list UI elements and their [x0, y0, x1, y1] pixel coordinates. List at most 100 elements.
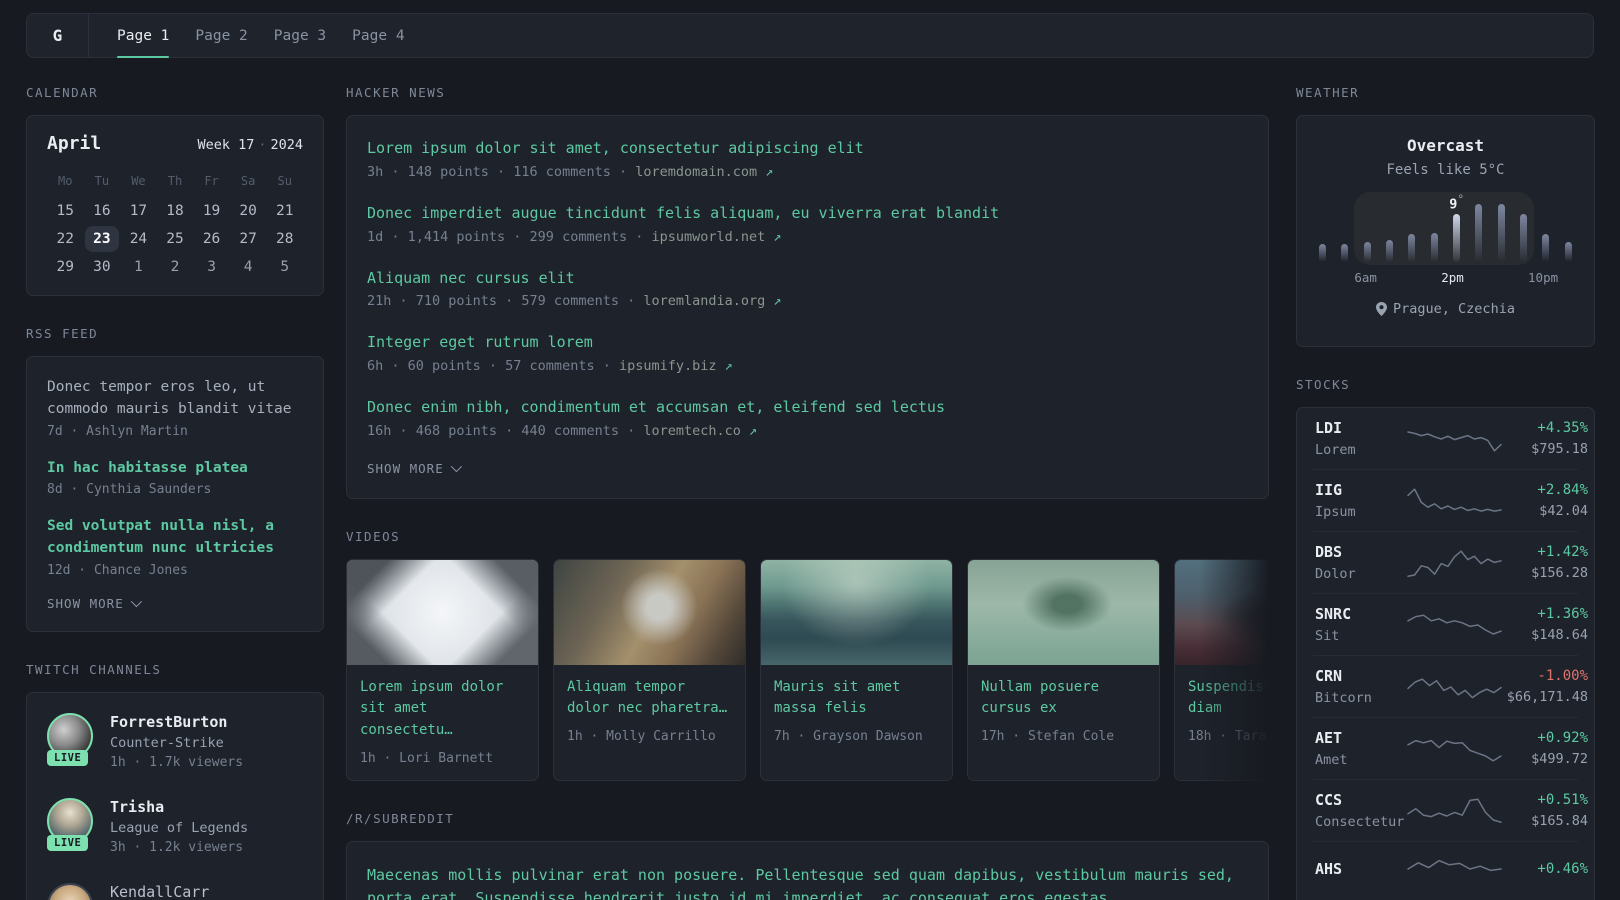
videos-widget: VIDEOS Lorem ipsum dolor sit amet consec…	[346, 529, 1269, 781]
stock-symbol: AHS	[1315, 860, 1343, 878]
stock-sparkline	[1407, 733, 1502, 765]
list-item: Aliquam nec cursus elit 21h · 710 points …	[367, 268, 1248, 310]
rss-item-meta: 12d · Chance Jones	[47, 562, 188, 578]
tab-page-1[interactable]: Page 1	[117, 14, 170, 58]
video-thumbnail[interactable]	[347, 559, 538, 665]
hn-item-title[interactable]: Donec enim nibh, condimentum et accumsan…	[367, 397, 1248, 419]
rss-item-title[interactable]: In hac habitasse platea	[47, 458, 303, 480]
twitch-channel-row[interactable]: LIVE Trisha League of Legends 3h · 1.2k vie…	[47, 784, 303, 869]
hn-item-title[interactable]: Lorem ipsum dolor sit amet, consectetur …	[367, 138, 1248, 160]
weather-time-label	[1377, 270, 1398, 285]
calendar-day: 24	[129, 231, 148, 247]
stock-row[interactable]: SNRC Sit +1.36% $148.64	[1313, 593, 1588, 655]
video-meta: 18h · Tara	[1188, 729, 1267, 745]
stock-values: +0.92% $499.72	[1502, 730, 1588, 767]
sparkline-chart	[1407, 487, 1502, 512]
video-title[interactable]: Lorem ipsum dolor sit amet consectetu…	[360, 677, 525, 742]
hackernews-header: HACKER NEWS	[346, 85, 446, 100]
hn-item-title[interactable]: Donec imperdiet augue tincidunt felis al…	[367, 203, 1248, 225]
hn-item-domain-link[interactable]: ipsumify.biz	[619, 358, 725, 374]
subreddit-post-title[interactable]: Maecenas mollis pulvinar erat non posuer…	[367, 864, 1248, 900]
external-link-icon: ↗	[724, 358, 733, 374]
video-title[interactable]: Aliquam tempor dolor nec pharetra…	[567, 677, 732, 720]
list-item: Donec enim nibh, condimentum et accumsan…	[367, 397, 1248, 439]
stock-row[interactable]: IIG Ipsum +2.84% $42.04	[1313, 469, 1588, 531]
stock-change: +0.46%	[1537, 861, 1588, 877]
stock-price: $795.18	[1531, 441, 1588, 457]
hn-item-domain-link[interactable]: loremtech.co	[643, 423, 749, 439]
video-title[interactable]: Mauris sit amet massa felis	[774, 677, 939, 720]
tab-page-2[interactable]: Page 2	[195, 14, 247, 57]
calendar-day: 21	[275, 203, 294, 219]
channel-game: League of Legends	[110, 819, 249, 836]
video-thumbnail[interactable]	[968, 559, 1159, 665]
video-meta: 17h · Stefan Cole	[981, 729, 1115, 745]
list-item: In hac habitasse platea 8d · Cynthia Saun…	[47, 458, 303, 498]
twitch-header: TWITCH CHANNELS	[26, 661, 162, 677]
calendar-day: 5	[280, 259, 290, 275]
hn-item-title[interactable]: Aliquam nec cursus elit	[367, 268, 1248, 290]
twitch-channel-row[interactable]: LIVE ForrestBurton Counter-Strike 1h · 1.7k…	[47, 699, 303, 784]
hn-item-domain-link[interactable]: loremdomain.com	[635, 164, 765, 180]
hn-item-stats: 3h · 148 points · 116 comments ·	[367, 163, 636, 180]
subreddit-card: Maecenas mollis pulvinar erat non posuer…	[346, 840, 1269, 900]
video-thumbnail[interactable]	[554, 559, 745, 665]
weather-time-label: 2pm	[1441, 270, 1464, 285]
stock-row[interactable]: CCS Consectetur +0.51% $165.84	[1313, 779, 1588, 841]
calendar-grid: Mo Tu We Th Fr Sa Su 15 16 17 18 19 20 21 22 23 24 25 26 27…	[47, 170, 303, 280]
weather-time-label	[1333, 270, 1354, 285]
weather-bar-slot	[1378, 200, 1400, 262]
stock-row[interactable]: AHS +0.46%	[1313, 841, 1588, 896]
stock-row[interactable]: CRN Bitcorn -1.00% $66,171.48	[1313, 655, 1588, 717]
stock-values: +0.51% $165.84	[1502, 792, 1588, 829]
stock-price: $42.04	[1539, 503, 1588, 519]
calendar-day: 29	[56, 259, 75, 275]
rss-item-title[interactable]: Sed volutpat nulla nisl, a condimentum n…	[47, 516, 303, 560]
weekday-label: Sa	[240, 174, 256, 188]
calendar-day: 20	[239, 203, 257, 219]
hackernews-show-more-button[interactable]: SHOW MORE	[367, 461, 1248, 476]
calendar-day: 18	[166, 203, 184, 219]
video-thumbnail[interactable]	[761, 559, 952, 665]
stock-values: -1.00% $66,171.48	[1502, 668, 1588, 705]
weather-condition: Overcast	[1406, 136, 1485, 155]
weather-time-label	[1464, 270, 1485, 285]
stock-values: +1.42% $156.28	[1502, 544, 1588, 581]
stock-change: +1.42%	[1537, 544, 1588, 560]
video-title[interactable]: Nullam posuere cursus ex	[981, 677, 1146, 720]
weather-time-label	[1312, 270, 1333, 285]
video-thumbnail[interactable]	[1175, 559, 1269, 665]
rss-item-title[interactable]: Donec tempor eros leo, ut commodo mauris…	[47, 377, 303, 421]
hn-item-stats: 6h · 60 points · 57 comments ·	[367, 358, 619, 374]
stock-sparkline	[1407, 795, 1502, 827]
tab-page-3[interactable]: Page 3	[274, 14, 326, 57]
location-pin-icon	[1376, 302, 1388, 316]
app-logo[interactable]: G	[27, 14, 89, 57]
subreddit-widget: /R/SUBREDDIT Maecenas mollis pulvinar er…	[346, 811, 1269, 900]
hn-item-title[interactable]: Integer eget rutrum lorem	[367, 332, 1248, 354]
stock-name: Sit	[1315, 628, 1340, 644]
weather-bar-slot	[1535, 200, 1557, 262]
weather-bar	[1497, 203, 1505, 262]
rss-show-more-button[interactable]: SHOW MORE	[47, 596, 303, 611]
weather-bars: 9°	[1312, 193, 1580, 262]
hn-item-meta: 16h · 468 points · 440 comments · loremt…	[367, 423, 1248, 439]
stock-row[interactable]: DBS Dolor +1.42% $156.28	[1313, 531, 1588, 593]
stock-identity: CCS Consectetur	[1315, 791, 1407, 830]
calendar-day: 19	[202, 203, 221, 219]
stock-identity: LDI Lorem	[1315, 419, 1407, 458]
calendar-week-year: Week 17 · 2024	[197, 137, 303, 153]
twitch-channel-row[interactable]: KendallCarr	[47, 869, 303, 900]
tab-page-4[interactable]: Page 4	[352, 14, 404, 57]
stock-row[interactable]: LDI Lorem +4.35% $795.18	[1313, 408, 1588, 469]
stock-symbol: CCS	[1315, 791, 1343, 809]
hn-item-meta: 1d · 1,414 points · 299 comments · ipsum…	[367, 229, 1248, 245]
video-title[interactable]: Suspendisse diam	[1188, 677, 1269, 720]
hn-item-domain-link[interactable]: loremlandia.org	[643, 293, 773, 309]
calendar-card: April Week 17 · 2024 Mo Tu We Th Fr Sa Su 15 16 17 1…	[26, 115, 324, 296]
weather-location: Prague, Czechia	[1311, 301, 1580, 317]
avatar	[47, 882, 97, 900]
hn-item-domain-link[interactable]: ipsumworld.net	[651, 229, 773, 245]
weekday-label: Fr	[204, 174, 219, 188]
stock-row[interactable]: AET Amet +0.92% $499.72	[1313, 717, 1588, 779]
